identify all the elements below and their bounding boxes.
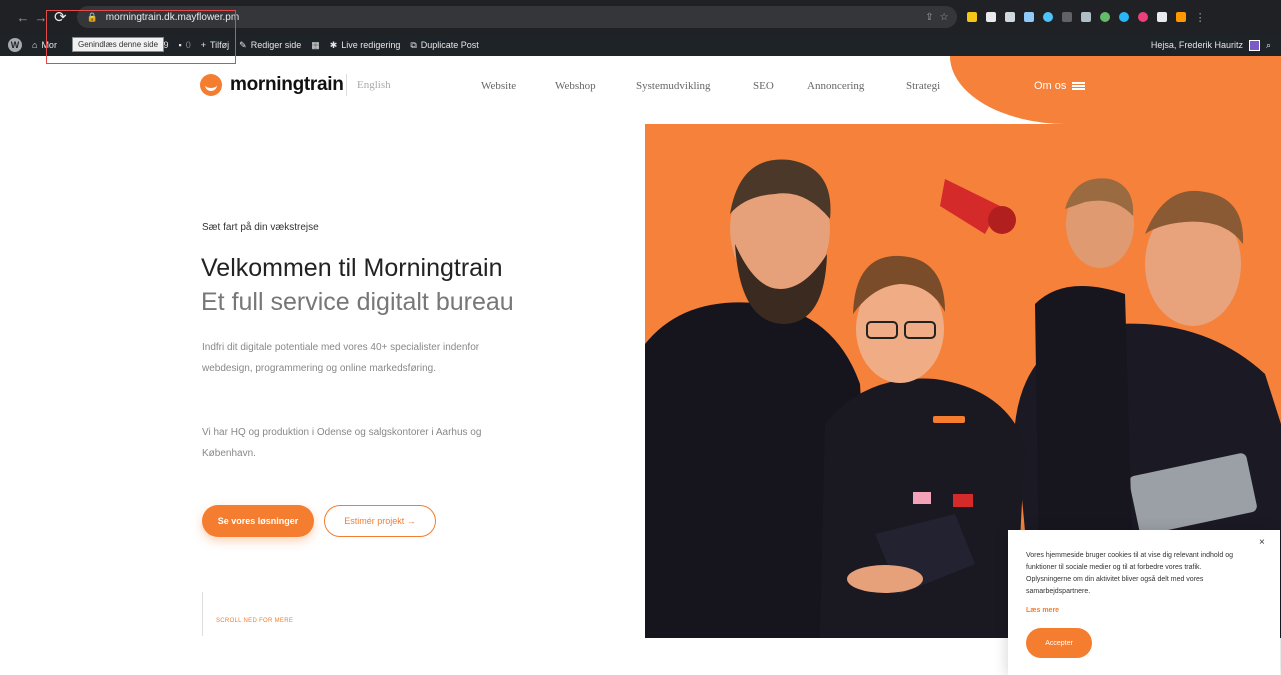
logo-text: morningtrain — [230, 74, 344, 95]
bookmark-star-icon[interactable]: ☆ — [940, 12, 949, 23]
extension-icon[interactable] — [1118, 12, 1129, 22]
header-orange-shape — [950, 56, 1281, 124]
live-edit-label: Live redigering — [341, 40, 401, 50]
nav-seo[interactable]: SEO — [753, 80, 774, 92]
extension-icon[interactable] — [1042, 12, 1053, 22]
hamburger-icon — [1072, 82, 1086, 90]
logo-icon — [200, 74, 222, 96]
wordpress-icon[interactable]: W — [8, 38, 22, 52]
accept-cookies-button[interactable]: Accepter — [1026, 628, 1092, 658]
extension-icon[interactable] — [966, 12, 977, 22]
wp-duplicate-post[interactable]: ⧉ Duplicate Post — [410, 40, 478, 51]
extension-icon[interactable] — [1137, 12, 1148, 22]
cookie-banner: × Vores hjemmeside bruger cookies til at… — [1008, 530, 1280, 675]
about-menu-button[interactable]: Om os — [1034, 80, 1086, 92]
pencil-icon: ✎ — [239, 39, 247, 50]
wp-live-edit[interactable]: ✱ Live redigering — [330, 40, 401, 51]
extension-icon[interactable] — [985, 12, 996, 22]
site-logo[interactable]: morningtrain — [200, 74, 344, 96]
extension-icon[interactable] — [1004, 12, 1015, 22]
avatar[interactable] — [1248, 39, 1260, 51]
nav-systemudvikling[interactable]: Systemudvikling — [636, 80, 711, 92]
edit-page-label: Rediger side — [250, 40, 302, 50]
about-label: Om os — [1034, 80, 1067, 92]
hero-eyebrow: Sæt fart på din vækstrejse — [202, 222, 319, 233]
nav-webshop[interactable]: Webshop — [555, 80, 596, 92]
grid-icon: ▦ — [311, 39, 320, 50]
duplicate-label: Duplicate Post — [420, 40, 479, 50]
profile-icon[interactable] — [1175, 12, 1186, 22]
user-greeting[interactable]: Hejsa, Frederik Hauritz — [1151, 40, 1243, 50]
wp-edit-page[interactable]: ✎ Rediger side — [239, 40, 301, 51]
nav-annoncering[interactable]: Annoncering — [807, 80, 864, 92]
hero-paragraph: Vi har HQ og produktion i Odense og salg… — [202, 427, 482, 459]
gear-icon: ✱ — [329, 39, 338, 50]
see-solutions-button[interactable]: Se vores løsninger — [202, 505, 314, 537]
close-icon[interactable]: × — [1259, 537, 1265, 548]
language-switch[interactable]: English — [346, 74, 391, 96]
extensions-bar: ⋮ — [966, 11, 1206, 24]
highlight-box — [46, 10, 236, 64]
extension-icon[interactable] — [1080, 12, 1091, 22]
search-icon[interactable]: ⌕ — [1266, 40, 1271, 51]
home-icon: ⌂ — [32, 40, 38, 50]
scroll-divider — [202, 592, 203, 636]
menu-dots-icon[interactable]: ⋮ — [1195, 11, 1206, 24]
scroll-hint[interactable]: SCROLL NED FOR MERE — [216, 618, 293, 624]
nav-strategi[interactable]: Strategi — [906, 80, 940, 92]
hero-subtitle: Et full service digitalt bureau — [201, 288, 514, 316]
extension-icon[interactable] — [1061, 12, 1072, 22]
duplicate-icon: ⧉ — [410, 39, 417, 50]
extension-icon[interactable] — [1023, 12, 1034, 22]
estimate-project-button[interactable]: Estimér projekt → — [324, 505, 436, 537]
extension-icon[interactable] — [1099, 12, 1110, 22]
hero-paragraph: Indfri dit digitale potentiale med vores… — [202, 342, 480, 374]
nav-website[interactable]: Website — [481, 80, 516, 92]
wp-grid-button[interactable]: ▦ — [311, 40, 320, 51]
puzzle-icon[interactable] — [1156, 12, 1167, 22]
cookie-text: Vores hjemmeside bruger cookies til at v… — [1026, 552, 1234, 595]
share-icon[interactable]: ⇪ — [925, 12, 933, 23]
back-icon[interactable]: ← — [14, 10, 32, 25]
hero-title: Velkommen til Morningtrain — [201, 254, 503, 282]
read-more-link[interactable]: Læs mere — [1026, 607, 1059, 614]
